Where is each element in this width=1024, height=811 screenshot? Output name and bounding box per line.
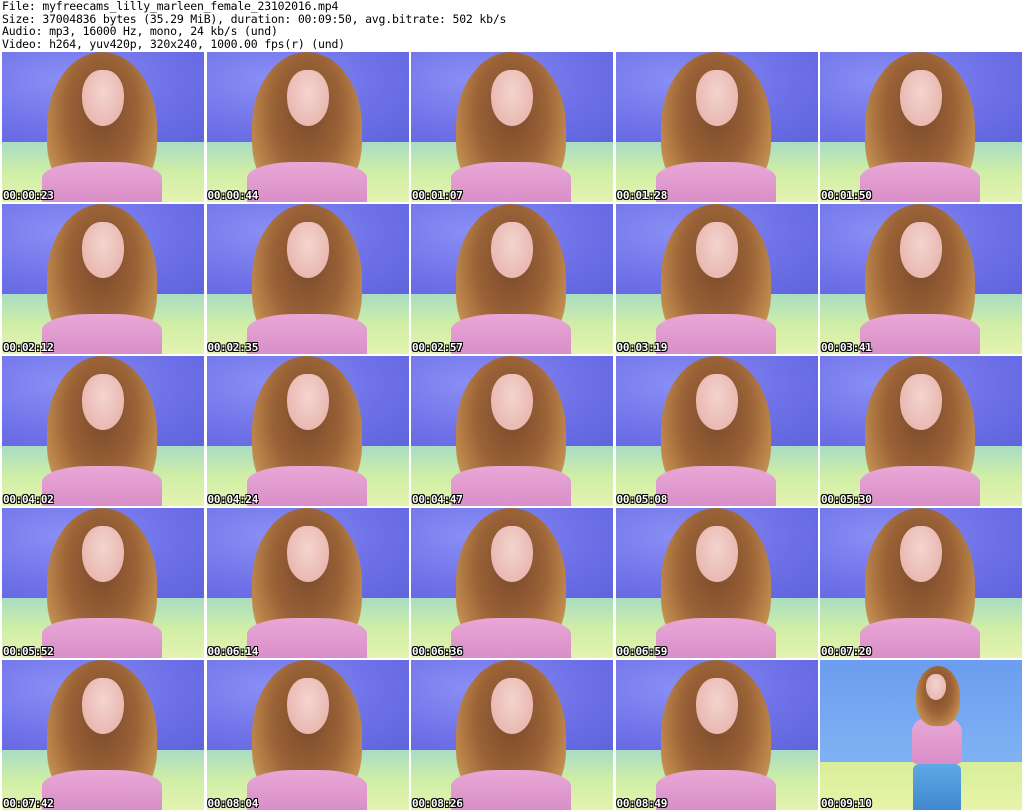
thumbnail-frame: 00:04:47 xyxy=(411,356,613,506)
thumbnail-timestamp: 00:08:26 xyxy=(412,797,463,810)
file-name-line: File: myfreecams_lilly_marleen_female_23… xyxy=(2,0,339,13)
thumbnail-frame: 00:08:26 xyxy=(411,660,613,810)
thumbnail-frame: 00:06:59 xyxy=(615,508,818,658)
thumbnail-timestamp: 00:04:47 xyxy=(412,493,463,506)
thumbnail-frame: 00:04:02 xyxy=(2,356,204,506)
thumbnail-frame: 00:01:07 xyxy=(411,52,613,202)
thumbnail-timestamp: 00:09:10 xyxy=(821,797,872,810)
thumbnail-frame: 00:07:42 xyxy=(2,660,204,810)
thumbnail-timestamp: 00:06:59 xyxy=(616,645,668,658)
thumbnail-timestamp: 00:07:42 xyxy=(3,797,54,810)
thumbnail-timestamp: 00:08:49 xyxy=(616,797,668,810)
thumbnail-frame: 00:03:19 xyxy=(615,204,818,354)
thumbnail-frame: 00:05:52 xyxy=(2,508,204,658)
thumbnail-frame: 00:03:41 xyxy=(820,204,1022,354)
thumbnail-frame: 00:05:30 xyxy=(820,356,1022,506)
thumbnail-timestamp: 00:08:04 xyxy=(207,797,259,810)
thumbnail-timestamp: 00:01:28 xyxy=(616,189,668,202)
thumbnail-frame: 00:01:50 xyxy=(820,52,1022,202)
thumbnail-timestamp: 00:05:30 xyxy=(821,493,872,506)
thumbnail-frame: 00:02:57 xyxy=(411,204,613,354)
thumbnail-timestamp: 00:07:20 xyxy=(821,645,872,658)
thumbnail-timestamp: 00:02:12 xyxy=(3,341,54,354)
thumbnail-timestamp: 00:02:57 xyxy=(412,341,463,354)
thumbnail-frame: 00:05:08 xyxy=(615,356,818,506)
thumbnail-frame: 00:02:12 xyxy=(2,204,204,354)
thumbnail-timestamp: 00:06:14 xyxy=(207,645,259,658)
thumbnail-frame: 00:06:14 xyxy=(206,508,409,658)
thumbnail-timestamp: 00:04:02 xyxy=(3,493,54,506)
thumbnail-timestamp: 00:01:50 xyxy=(821,189,872,202)
thumbnail-timestamp: 00:03:41 xyxy=(821,341,872,354)
audio-info-line: Audio: mp3, 16000 Hz, mono, 24 kb/s (und… xyxy=(2,24,278,38)
thumbnail-timestamp: 00:05:08 xyxy=(616,493,668,506)
thumbnail-timestamp: 00:05:52 xyxy=(3,645,54,658)
thumbnail-timestamp: 00:06:36 xyxy=(412,645,463,658)
thumbnail-timestamp: 00:03:19 xyxy=(616,341,668,354)
thumbnail-frame: 00:01:28 xyxy=(615,52,818,202)
thumbnail-frame: 00:02:35 xyxy=(206,204,409,354)
thumbnail-grid: 00:00:23 00:00:44 00:01:07 00:01:28 00:0… xyxy=(2,52,1022,810)
thumbnail-frame: 00:08:49 xyxy=(615,660,818,810)
thumbnail-frame: 00:00:44 xyxy=(206,52,409,202)
thumbnail-timestamp: 00:00:23 xyxy=(3,189,54,202)
thumbnail-frame: 00:06:36 xyxy=(411,508,613,658)
thumbnail-frame: 00:04:24 xyxy=(206,356,409,506)
thumbnail-timestamp: 00:01:07 xyxy=(412,189,463,202)
thumbnail-timestamp: 00:00:44 xyxy=(207,189,259,202)
thumbnail-timestamp: 00:04:24 xyxy=(207,493,259,506)
thumbnail-timestamp: 00:02:35 xyxy=(207,341,259,354)
thumbnail-frame: 00:07:20 xyxy=(820,508,1022,658)
thumbnail-frame: 00:08:04 xyxy=(206,660,409,810)
video-info-header: File: myfreecams_lilly_marleen_female_23… xyxy=(2,0,1022,50)
video-info-line: Video: h264, yuv420p, 320x240, 1000.00 f… xyxy=(2,36,345,51)
thumbnail-frame: 00:09:10 xyxy=(820,660,1022,810)
thumbnail-frame: 00:00:23 xyxy=(2,52,204,202)
